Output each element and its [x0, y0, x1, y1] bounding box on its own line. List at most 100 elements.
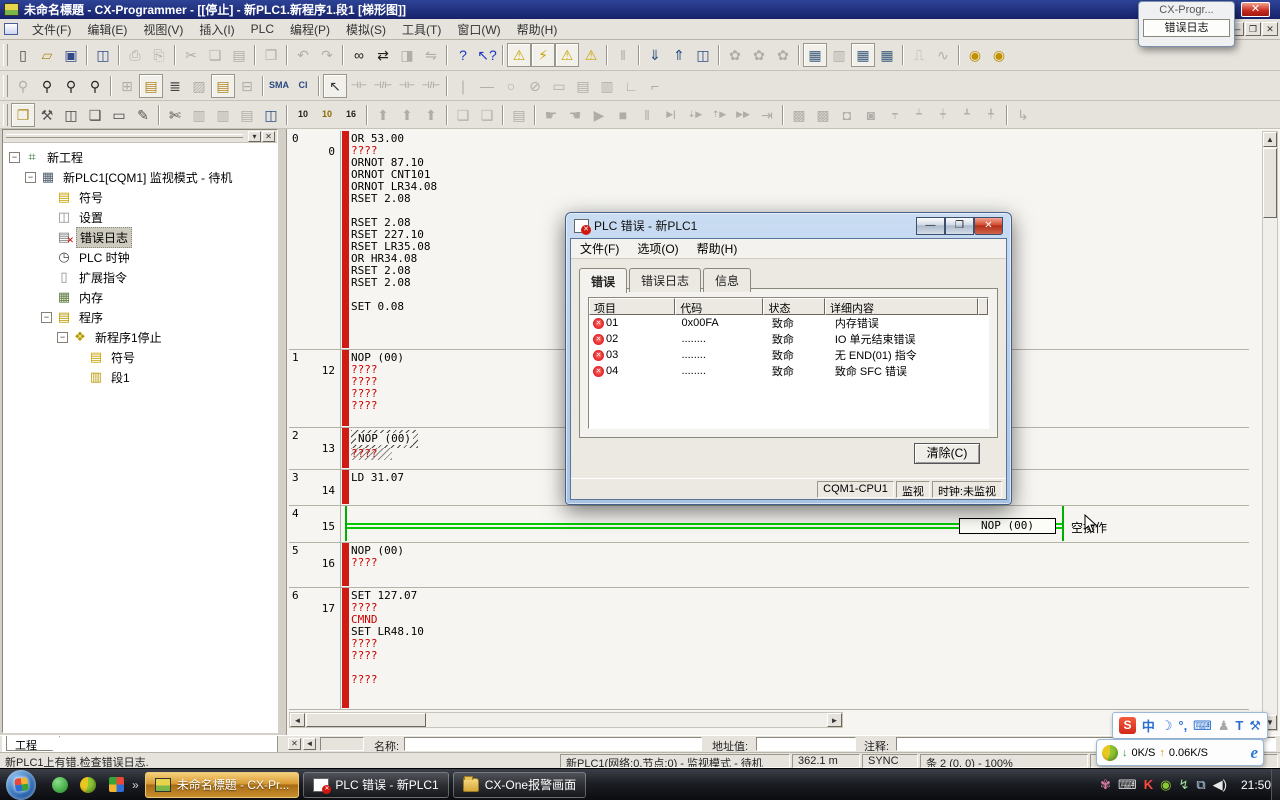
rung-6[interactable]: 617SET 127.07????CMNDSET LR48.10????????…: [289, 588, 1249, 710]
scroll-left-button[interactable]: ◄: [290, 713, 305, 727]
scroll-right-button[interactable]: ►: [827, 713, 842, 727]
tray-power-plug[interactable]: ↯: [1178, 778, 1189, 791]
ime-account[interactable]: ♟: [1218, 718, 1230, 734]
download-to-plc-button[interactable]: ⇓: [643, 43, 667, 67]
column-header-状态[interactable]: 状态: [763, 298, 824, 315]
rung-4[interactable]: 415NOP (00)空操作: [289, 506, 1249, 543]
mdi-child-icon[interactable]: [4, 23, 18, 35]
tree-item-新程序1停止[interactable]: −❖新程序1停止: [5, 327, 275, 347]
dialog-menu-文件(F)[interactable]: 文件(F): [571, 238, 628, 259]
tree-item-新PLC1[CQM1] 监视模式 - 待机[interactable]: −▦新PLC1[CQM1] 监视模式 - 待机: [5, 167, 275, 187]
name-input[interactable]: [404, 737, 702, 751]
taskbar-button-CX-One报警画面[interactable]: CX-One报警画面: [453, 772, 586, 798]
mdi-restore-button[interactable]: ❐: [1245, 22, 1261, 36]
dialog-tab-错误[interactable]: 错误: [579, 268, 627, 293]
zoom-out-button[interactable]: ⚲: [83, 74, 107, 98]
taskbar-button-PLC 错误 - 新PLC1[interactable]: PLC 错误 - 新PLC1: [303, 772, 448, 798]
project-tab[interactable]: 工程: [6, 736, 60, 751]
workspace-close-button[interactable]: ✕: [262, 131, 275, 142]
floating-error-log-toolbar[interactable]: CX-Progr... 错误日志: [1138, 1, 1235, 47]
view-cross-reference-button[interactable]: CI: [291, 74, 315, 98]
toolbar-grip[interactable]: [3, 104, 8, 126]
error-row-03[interactable]: ✕03........致命无 END(01) 指令: [589, 347, 988, 363]
close-button[interactable]: ✕: [1241, 2, 1270, 17]
error-log-button[interactable]: 错误日志: [1143, 19, 1230, 37]
internet-explorer-icon[interactable]: e: [1250, 743, 1258, 763]
menu-item-工具(T)[interactable]: 工具(T): [394, 19, 449, 40]
horizontal-scroll-thumb[interactable]: [306, 713, 426, 727]
properties-button[interactable]: ✎: [131, 103, 155, 127]
view-mnemonics-button[interactable]: SMA: [267, 74, 291, 98]
horizontal-scrollbar[interactable]: ◄ ►: [289, 712, 843, 728]
tray-theme[interactable]: ✾: [1100, 778, 1111, 791]
upload-from-plc-button[interactable]: ⇑: [667, 43, 691, 67]
clear-button[interactable]: 清除(C): [914, 443, 980, 464]
menu-item-窗口(W)[interactable]: 窗口(W): [449, 19, 508, 40]
tree-item-错误日志[interactable]: ▤✕错误日志: [5, 227, 275, 247]
tree-item-扩展指令[interactable]: ▯扩展指令: [5, 267, 275, 287]
dialog-close-button[interactable]: ✕: [974, 217, 1003, 235]
tree-item-PLC 时钟[interactable]: ◷PLC 时钟: [5, 247, 275, 267]
tree-item-符号[interactable]: ▤符号: [5, 187, 275, 207]
hex-monitor-button[interactable]: 16: [339, 103, 363, 127]
dialog-menu-帮助(H)[interactable]: 帮助(H): [688, 238, 747, 259]
toggle-monitoring-button[interactable]: ▦: [803, 43, 827, 67]
tray-input-keyboard[interactable]: ⌨: [1118, 778, 1137, 791]
tree-expander[interactable]: −: [9, 152, 20, 163]
compile-program-button[interactable]: ⚠: [507, 43, 531, 67]
vertical-scroll-thumb[interactable]: [1263, 148, 1277, 218]
toolbar-grip[interactable]: [3, 75, 8, 97]
decimal-monitor-button[interactable]: 10: [291, 103, 315, 127]
watch-window-2-button[interactable]: ▦: [875, 43, 899, 67]
mdi-close-button[interactable]: ✕: [1262, 22, 1278, 36]
program-check-options-button[interactable]: ⚠: [555, 43, 579, 67]
close-pane-button[interactable]: ✕: [288, 738, 301, 750]
save-button[interactable]: ▣: [59, 43, 83, 67]
toolbox-button[interactable]: ⚒: [35, 103, 59, 127]
ime-soft-keyboard[interactable]: ⌨: [1193, 718, 1212, 734]
ime-full-half-moon[interactable]: ☽: [1161, 718, 1173, 734]
cross-reference-report-button[interactable]: ❑: [83, 103, 107, 127]
tray-kaspersky[interactable]: K: [1144, 778, 1153, 791]
windows-overlapped-button[interactable]: ❐: [11, 103, 35, 127]
show-comments-button[interactable]: ▤: [139, 74, 163, 98]
set-protection-button[interactable]: ◉: [963, 43, 987, 67]
network-speed-widget[interactable]: ↓ 0K/S ↑ 0.06K/S e: [1096, 739, 1264, 766]
tree-expander[interactable]: −: [25, 172, 36, 183]
start-button[interactable]: [6, 770, 36, 800]
show-desktop-button[interactable]: [1271, 769, 1280, 800]
tree-expander[interactable]: −: [57, 332, 68, 343]
online-edit-compile-button[interactable]: ⚡: [531, 43, 555, 67]
tree-item-设置[interactable]: ◫设置: [5, 207, 275, 227]
replace-button[interactable]: ⇄: [371, 43, 395, 67]
release-protection-button[interactable]: ◉: [987, 43, 1011, 67]
address-reference-tool-button[interactable]: ◫: [259, 103, 283, 127]
ime-toolbox[interactable]: ⚒: [1249, 718, 1261, 734]
menu-item-编辑(E)[interactable]: 编辑(E): [79, 19, 135, 40]
dialog-title-bar[interactable]: PLC 错误 - 新PLC1 —❐✕: [566, 213, 1011, 238]
menu-item-PLC[interactable]: PLC: [243, 20, 282, 38]
quick-launch-apps[interactable]: [105, 774, 127, 796]
workspace-menu-button[interactable]: ▾: [248, 131, 261, 142]
zoom-reset-button[interactable]: ⚲: [35, 74, 59, 98]
open-file-button[interactable]: ▱: [35, 43, 59, 67]
watch-window-button[interactable]: ▦: [851, 43, 875, 67]
error-row-02[interactable]: ✕02........致命IO 单元结束错误: [589, 331, 988, 347]
column-header-项目[interactable]: 项目: [589, 298, 675, 315]
new-file-button[interactable]: ▯: [11, 43, 35, 67]
find-report-window-button[interactable]: ◫: [59, 103, 83, 127]
menu-item-插入(I)[interactable]: 插入(I): [191, 19, 242, 40]
find-button[interactable]: ∞: [347, 43, 371, 67]
show-rung-annotations-button[interactable]: ≣: [163, 74, 187, 98]
tray-volume[interactable]: ◀): [1213, 778, 1227, 791]
compile-all-programs-button[interactable]: ⚠: [579, 43, 603, 67]
compare-with-plc-button[interactable]: ◫: [691, 43, 715, 67]
taskbar-clock[interactable]: 21:50: [1241, 778, 1271, 792]
taskbar-button-未命名標題 - CX-Pr...[interactable]: 未命名標題 - CX-Pr...: [145, 772, 300, 798]
menu-item-视图(V)[interactable]: 视图(V): [135, 19, 191, 40]
prev-pane-button[interactable]: ◄: [303, 738, 316, 750]
ime-chinese-mode[interactable]: 中: [1142, 716, 1155, 735]
context-help-button[interactable]: ↖?: [475, 43, 499, 67]
select-mode-button[interactable]: ↖: [323, 74, 347, 98]
tree-item-程序[interactable]: −▤程序: [5, 307, 275, 327]
